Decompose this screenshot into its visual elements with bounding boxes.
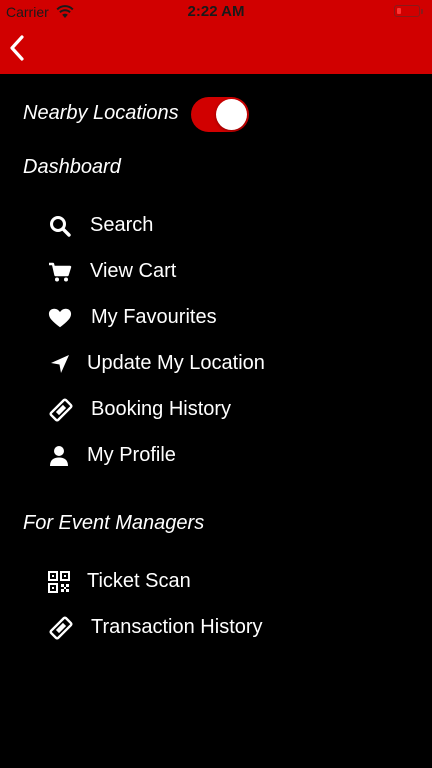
ticket-icon <box>49 398 73 422</box>
menu-item-search[interactable]: Search <box>0 206 432 246</box>
search-icon <box>48 214 72 238</box>
chevron-left-icon <box>10 35 24 61</box>
menu-item-label: Update My Location <box>87 352 265 374</box>
menu-item-label: My Profile <box>87 444 176 466</box>
dashboard-section-title: Dashboard <box>23 156 121 178</box>
side-menu-screen: Carrier 2:22 AM Nearby Locations Dashboa… <box>0 0 432 768</box>
menu-item-my-favourites[interactable]: My Favourites <box>0 298 432 338</box>
ticket-icon <box>49 616 73 640</box>
menu-item-view-cart[interactable]: View Cart <box>0 252 432 292</box>
nearby-locations-label: Nearby Locations <box>23 102 179 124</box>
back-button[interactable] <box>2 30 34 66</box>
menu-item-label: View Cart <box>90 260 177 282</box>
menu-item-label: My Favourites <box>91 306 217 328</box>
user-icon <box>47 444 71 468</box>
menu-item-booking-history[interactable]: Booking History <box>0 390 432 430</box>
qr-code-icon <box>47 570 71 594</box>
battery-icon <box>394 5 420 17</box>
menu-item-label: Search <box>90 214 154 236</box>
menu-item-ticket-scan[interactable]: Ticket Scan <box>0 562 432 602</box>
event-managers-section-title: For Event Managers <box>23 512 205 534</box>
menu-item-transaction-history[interactable]: Transaction History <box>0 608 432 648</box>
header-bar: Carrier 2:22 AM <box>0 0 432 74</box>
heart-icon <box>48 306 72 330</box>
nearby-locations-toggle[interactable] <box>191 97 249 132</box>
toggle-knob <box>216 99 247 130</box>
status-bar: Carrier 2:22 AM <box>0 0 432 24</box>
cart-icon <box>48 260 72 284</box>
location-arrow-icon <box>48 352 72 376</box>
menu-item-update-my-location[interactable]: Update My Location <box>0 344 432 384</box>
status-time: 2:22 AM <box>187 3 245 20</box>
menu-item-label: Booking History <box>91 398 232 420</box>
battery-cap <box>421 9 423 14</box>
menu-item-label: Transaction History <box>91 616 263 638</box>
menu-item-label: Ticket Scan <box>87 570 191 592</box>
menu-item-my-profile[interactable]: My Profile <box>0 436 432 476</box>
